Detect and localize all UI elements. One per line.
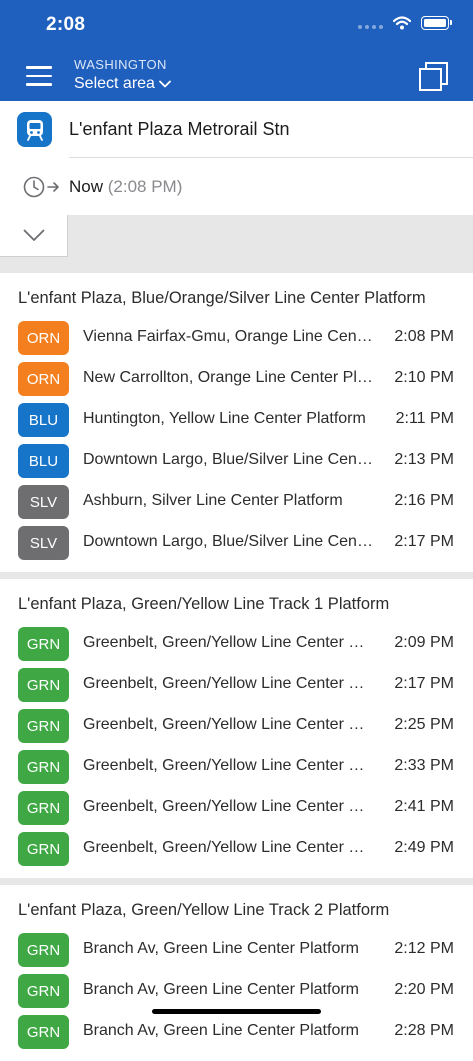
line-badge: GRN [18, 933, 69, 967]
line-badge: GRN [18, 1015, 69, 1049]
departure-time-selector[interactable]: Now (2:08 PM) [69, 177, 182, 197]
line-badge: SLV [18, 485, 69, 519]
departure-row[interactable]: SLV Downtown Largo, Blue/Silver Line Cent… [0, 523, 473, 564]
line-badge: GRN [18, 627, 69, 661]
status-icons [358, 16, 452, 30]
departure-time: 2:28 PM [394, 1022, 454, 1039]
departure-time: 2:33 PM [394, 757, 454, 774]
destination-label: Greenbelt, Green/Yellow Line Center Plat… [83, 839, 373, 856]
line-badge: ORN [18, 321, 69, 355]
station-input[interactable]: L'enfant Plaza Metrorail Stn [69, 119, 290, 140]
expand-options-button[interactable] [0, 215, 68, 257]
time-now-label: Now [69, 177, 104, 196]
departure-time: 2:17 PM [394, 675, 454, 692]
train-icon [17, 112, 52, 147]
departure-time: 2:13 PM [394, 451, 454, 468]
time-clock-value: (2:08 PM) [107, 177, 183, 196]
departure-row[interactable]: GRN Greenbelt, Green/Yellow Line Center P… [0, 829, 473, 870]
departure-section: L'enfant Plaza, Green/Yellow Line Track … [0, 579, 473, 878]
platform-title: L'enfant Plaza, Green/Yellow Line Track … [18, 901, 390, 919]
destination-label: Greenbelt, Green/Yellow Line Center Plat… [83, 634, 373, 651]
departure-time: 2:25 PM [394, 716, 454, 733]
line-badge: BLU [18, 403, 69, 437]
departure-time: 2:20 PM [394, 981, 454, 998]
app-header: 2:08 WASHINGTON Select area [0, 0, 473, 101]
area-region-label: WASHINGTON [74, 57, 167, 72]
destination-label: Ashburn, Silver Line Center Platform [83, 492, 343, 509]
departure-time: 2:11 PM [395, 410, 454, 427]
departure-row[interactable]: ORN New Carrollton, Orange Line Center Pl… [0, 359, 473, 400]
line-badge: GRN [18, 750, 69, 784]
destination-label: Downtown Largo, Blue/Silver Line Center … [83, 451, 373, 468]
destination-label: Vienna Fairfax-Gmu, Orange Line Center P… [83, 328, 373, 345]
departure-time: 2:08 PM [394, 328, 454, 345]
chevron-down-icon [23, 229, 44, 241]
line-badge: GRN [18, 791, 69, 825]
departure-time: 2:41 PM [394, 798, 454, 815]
select-area-label: Select area [74, 75, 155, 92]
departure-section: L'enfant Plaza, Green/Yellow Line Track … [0, 885, 473, 1061]
copy-icon[interactable] [419, 62, 449, 92]
departure-row[interactable]: GRN Greenbelt, Green/Yellow Line Center P… [0, 624, 473, 665]
departure-row[interactable]: ORN Vienna Fairfax-Gmu, Orange Line Cente… [0, 318, 473, 359]
departure-row[interactable]: GRN Greenbelt, Green/Yellow Line Center P… [0, 706, 473, 747]
departure-time: 2:17 PM [394, 533, 454, 550]
departure-row[interactable]: GRN Branch Av, Green Line Center Platform… [0, 930, 473, 971]
destination-label: Greenbelt, Green/Yellow Line Center Plat… [83, 675, 373, 692]
destination-label: Branch Av, Green Line Center Platform [83, 940, 359, 957]
departure-row[interactable]: BLU Huntington, Yellow Line Center Platfo… [0, 400, 473, 441]
destination-label: Greenbelt, Green/Yellow Line Center Plat… [83, 798, 373, 815]
search-divider [69, 157, 473, 158]
line-badge: GRN [18, 709, 69, 743]
battery-icon [421, 16, 452, 30]
departure-time: 2:49 PM [394, 839, 454, 856]
cellular-icon [358, 17, 383, 29]
destination-label: Greenbelt, Green/Yellow Line Center Plat… [83, 716, 373, 733]
departure-row[interactable]: BLU Downtown Largo, Blue/Silver Line Cent… [0, 441, 473, 482]
departure-row[interactable]: SLV Ashburn, Silver Line Center Platform 2… [0, 482, 473, 523]
destination-label: Downtown Largo, Blue/Silver Line Center … [83, 533, 373, 550]
platform-title: L'enfant Plaza, Blue/Orange/Silver Line … [18, 289, 426, 307]
line-badge: ORN [18, 362, 69, 396]
line-badge: GRN [18, 668, 69, 702]
home-indicator [152, 1009, 321, 1014]
departure-row[interactable]: GRN Branch Av, Green Line Center Platform… [0, 971, 473, 1012]
departure-row[interactable]: GRN Greenbelt, Green/Yellow Line Center P… [0, 747, 473, 788]
departure-row[interactable]: GRN Greenbelt, Green/Yellow Line Center P… [0, 788, 473, 829]
status-time: 2:08 [46, 14, 86, 35]
line-badge: GRN [18, 832, 69, 866]
wifi-icon [393, 16, 411, 30]
menu-button[interactable] [26, 66, 52, 86]
line-badge: GRN [18, 974, 69, 1008]
destination-label: Huntington, Yellow Line Center Platform [83, 410, 366, 427]
clock-icon [23, 176, 59, 198]
destination-label: New Carrollton, Orange Line Center Platf… [83, 369, 373, 386]
select-area-button[interactable]: Select area [74, 75, 171, 93]
destination-label: Branch Av, Green Line Center Platform [83, 981, 359, 998]
departure-time: 2:10 PM [394, 369, 454, 386]
departure-row[interactable]: GRN Branch Av, Green Line Center Platform… [0, 1012, 473, 1053]
departure-row[interactable]: GRN Greenbelt, Green/Yellow Line Center P… [0, 665, 473, 706]
destination-label: Branch Av, Green Line Center Platform [83, 1022, 359, 1039]
platform-title: L'enfant Plaza, Green/Yellow Line Track … [18, 595, 390, 613]
departure-section: L'enfant Plaza, Blue/Orange/Silver Line … [0, 273, 473, 572]
destination-label: Greenbelt, Green/Yellow Line Center Plat… [83, 757, 373, 774]
departure-time: 2:09 PM [394, 634, 454, 651]
departure-time: 2:12 PM [394, 940, 454, 957]
departure-time: 2:16 PM [394, 492, 454, 509]
line-badge: SLV [18, 526, 69, 560]
chevron-down-icon [159, 80, 171, 88]
line-badge: BLU [18, 444, 69, 478]
